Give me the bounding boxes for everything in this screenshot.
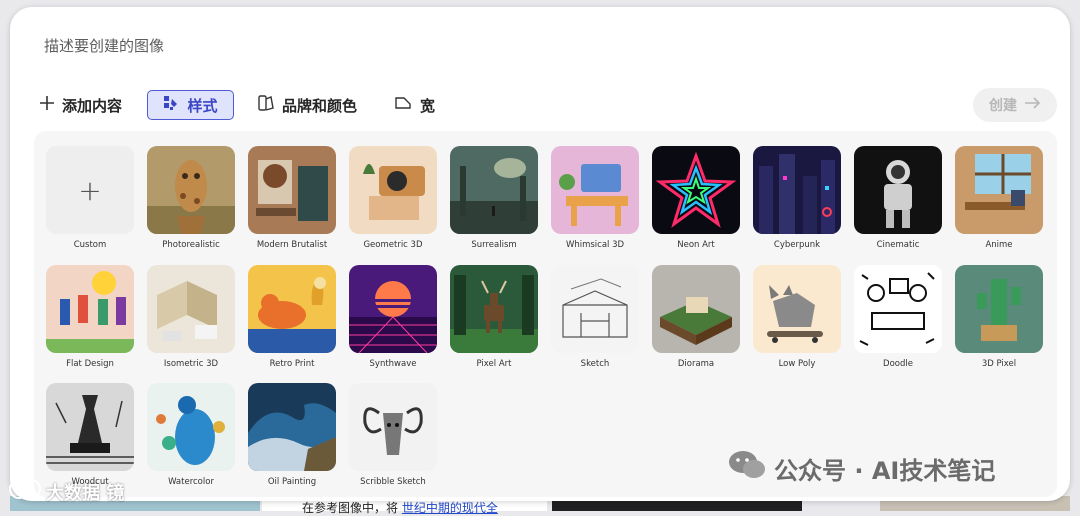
aspect-ratio-button[interactable]: 宽 <box>394 90 435 120</box>
style-label: Modern Brutalist <box>256 240 328 250</box>
style-tile-flat-design[interactable]: Flat Design <box>46 265 134 369</box>
style-tile-isometric-3d[interactable]: Isometric 3D <box>147 265 235 369</box>
lowpoly-cat-thumbnail <box>753 265 841 353</box>
sketch-building-thumbnail <box>551 265 639 353</box>
style-tile-sketch[interactable]: Sketch <box>551 265 639 369</box>
style-tile-oil-painting[interactable]: Oil Painting <box>248 383 336 487</box>
style-label: Sketch <box>580 359 610 369</box>
diorama-house-thumbnail <box>652 265 740 353</box>
style-label: Synthwave <box>369 359 417 369</box>
corner-logo-icon <box>8 478 42 505</box>
background-text: 在参考图像中，将 世纪中期的现代全 <box>302 501 498 515</box>
isometric-warehouse-thumbnail <box>147 265 235 353</box>
wechat-watermark-text: 公众号 · AI技术笔记 <box>774 456 996 485</box>
synthwave-sunset-thumbnail <box>349 265 437 353</box>
style-tile-geometric-3d[interactable]: Geometric 3D <box>349 146 437 250</box>
woodcut-chess-thumbnail <box>46 383 134 471</box>
style-label: 3D Pixel <box>981 359 1017 369</box>
aspect-ratio-label: 宽 <box>420 96 436 115</box>
create-label: 创建 <box>989 98 1017 114</box>
style-label: Diorama <box>677 359 715 369</box>
brand-colors-label: 品牌和颜色 <box>282 96 358 115</box>
style-label: 样式 <box>187 96 218 115</box>
neon-star-thumbnail <box>652 146 740 234</box>
pixel-deer-thumbnail <box>450 265 538 353</box>
prompt-input[interactable]: 描述要创建的图像 <box>44 35 164 56</box>
style-label: Retro Print <box>269 359 315 369</box>
style-label: Custom <box>73 240 107 250</box>
style-label: Flat Design <box>66 359 114 369</box>
style-tile-scribble-sketch[interactable]: Scribble Sketch <box>349 383 437 487</box>
create-button[interactable]: 创建 <box>973 88 1057 122</box>
style-label: Doodle <box>883 359 913 369</box>
watercolor-peacock-thumbnail <box>147 383 235 471</box>
style-label: Photorealistic <box>162 240 220 250</box>
wechat-watermark: 公众号 · AI技术笔记 <box>728 450 995 486</box>
style-tile-3d-pixel[interactable]: 3D Pixel <box>955 265 1043 369</box>
style-label: Anime <box>985 240 1013 250</box>
image-creator-panel: 描述要创建的图像 添加内容 样式 品牌和颜色 宽 创建 + Custom Pho… <box>10 7 1070 501</box>
giraffe-thumbnail <box>147 146 235 234</box>
desk-scene-thumbnail <box>551 146 639 234</box>
style-tile-custom[interactable]: + Custom <box>46 146 134 250</box>
brush-icon <box>163 95 179 115</box>
flat-people-thumbnail <box>46 265 134 353</box>
custom-plus-icon: + <box>46 146 134 234</box>
style-tile-neon-art[interactable]: Neon Art <box>652 146 740 250</box>
style-label: Surrealism <box>471 240 517 250</box>
style-tile-doodle[interactable]: Doodle <box>854 265 942 369</box>
style-label: Watercolor <box>168 477 214 487</box>
style-label: Geometric 3D <box>363 240 423 250</box>
style-tile-cinematic[interactable]: Cinematic <box>854 146 942 250</box>
style-label: Pixel Art <box>476 359 512 369</box>
arrow-right-icon <box>1025 97 1041 113</box>
style-label: Low Poly <box>778 359 816 369</box>
style-tile-watercolor[interactable]: Watercolor <box>147 383 235 487</box>
aspect-ratio-icon <box>394 96 412 114</box>
pixel-cactus-thumbnail <box>955 265 1043 353</box>
add-content-label: 添加内容 <box>62 96 123 115</box>
style-label: Whimsical 3D <box>565 240 625 250</box>
doodle-people-thumbnail <box>854 265 942 353</box>
style-tile-photorealistic[interactable]: Photorealistic <box>147 146 235 250</box>
add-content-button[interactable]: 添加内容 <box>40 90 122 120</box>
anime-room-thumbnail <box>955 146 1043 234</box>
retro-cat-thumbnail <box>248 265 336 353</box>
corner-watermark: 大数据 镜 <box>8 478 124 505</box>
style-label: Neon Art <box>677 240 715 250</box>
style-label: Oil Painting <box>267 477 317 487</box>
style-tile-diorama[interactable]: Diorama <box>652 265 740 369</box>
style-label: Scribble Sketch <box>360 477 426 487</box>
style-tile-surrealism[interactable]: Surrealism <box>450 146 538 250</box>
style-tile-whimsical-3d[interactable]: Whimsical 3D <box>551 146 639 250</box>
corner-watermark-text: 大数据 镜 <box>46 482 125 504</box>
style-label: Cyberpunk <box>773 240 821 250</box>
style-tile-modern-brutalist[interactable]: Modern Brutalist <box>248 146 336 250</box>
cyber-city-thumbnail <box>753 146 841 234</box>
background-link: 世纪中期的现代全 <box>401 501 498 515</box>
surreal-forest-thumbnail <box>450 146 538 234</box>
brutalist-room-thumbnail <box>248 146 336 234</box>
style-button[interactable]: 样式 <box>147 90 234 120</box>
style-tile-synthwave[interactable]: Synthwave <box>349 265 437 369</box>
brand-colors-button[interactable]: 品牌和颜色 <box>258 90 357 120</box>
astronaut-thumbnail <box>854 146 942 234</box>
record-player-thumbnail <box>349 146 437 234</box>
scribble-ram-thumbnail <box>349 383 437 471</box>
wechat-icon <box>728 450 766 486</box>
swatch-icon <box>258 94 274 116</box>
style-tile-retro-print[interactable]: Retro Print <box>248 265 336 369</box>
style-tile-low-poly[interactable]: Low Poly <box>753 265 841 369</box>
style-label: Isometric 3D <box>163 359 219 369</box>
style-tile-pixel-art[interactable]: Pixel Art <box>450 265 538 369</box>
style-tile-cyberpunk[interactable]: Cyberpunk <box>753 146 841 250</box>
style-label: Cinematic <box>876 240 920 250</box>
style-gallery: + Custom Photorealistic Modern Brutalist <box>34 131 1057 497</box>
style-tile-woodcut[interactable]: Woodcut <box>46 383 134 487</box>
oil-wave-thumbnail <box>248 383 336 471</box>
plus-icon <box>40 96 54 114</box>
style-tile-anime[interactable]: Anime <box>955 146 1043 250</box>
